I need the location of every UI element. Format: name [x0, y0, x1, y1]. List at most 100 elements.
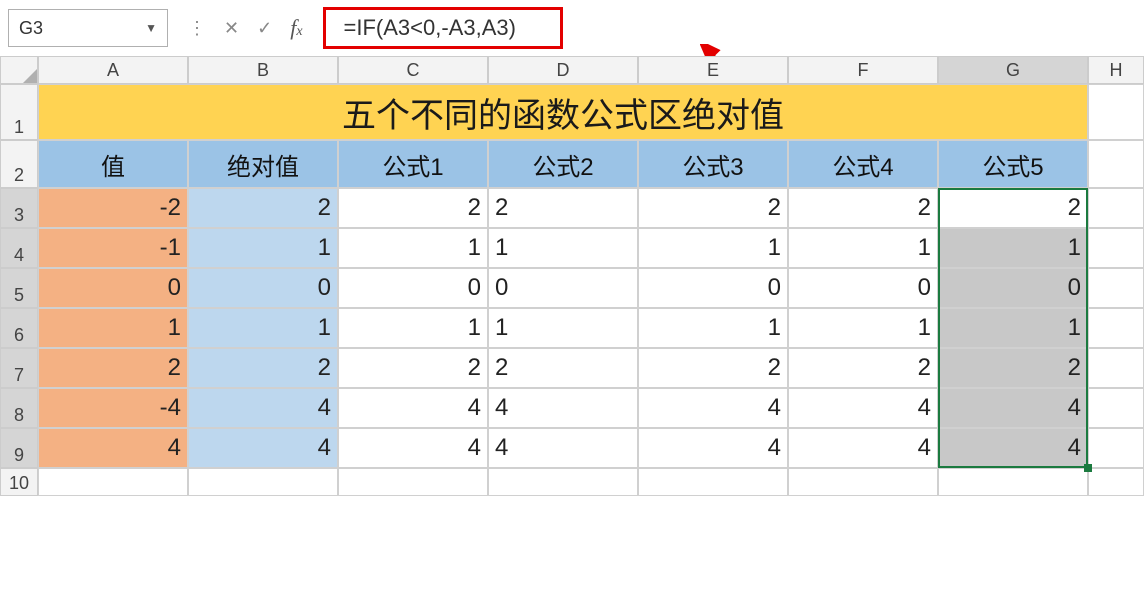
- col-header-A[interactable]: A: [38, 56, 188, 84]
- cell-D10[interactable]: [488, 468, 638, 496]
- cell-F3[interactable]: 2: [788, 188, 938, 228]
- cell-C5[interactable]: 0: [338, 268, 488, 308]
- cell-A6[interactable]: 1: [38, 308, 188, 348]
- header-f2[interactable]: 公式2: [488, 140, 638, 188]
- col-header-C[interactable]: C: [338, 56, 488, 84]
- header-f1[interactable]: 公式1: [338, 140, 488, 188]
- col-header-F[interactable]: F: [788, 56, 938, 84]
- cell-C8[interactable]: 4: [338, 388, 488, 428]
- cell-B3[interactable]: 2: [188, 188, 338, 228]
- cell-D6[interactable]: 1: [488, 308, 638, 348]
- col-header-G[interactable]: G: [938, 56, 1088, 84]
- cell-B7[interactable]: 2: [188, 348, 338, 388]
- fill-handle[interactable]: [1084, 464, 1092, 472]
- cell-C9[interactable]: 4: [338, 428, 488, 468]
- cell-E3[interactable]: 2: [638, 188, 788, 228]
- row-header-10[interactable]: 10: [0, 468, 38, 496]
- cell-E10[interactable]: [638, 468, 788, 496]
- row-header-7[interactable]: 7: [0, 348, 38, 388]
- cell-H1[interactable]: [1088, 84, 1144, 140]
- cell-C4[interactable]: 1: [338, 228, 488, 268]
- cell-G7[interactable]: 2: [938, 348, 1088, 388]
- spreadsheet-grid[interactable]: A B C D E F G H 1 五个不同的函数公式区绝对值 2 值 绝对值 …: [0, 56, 1144, 496]
- fx-icon[interactable]: fx: [290, 15, 302, 41]
- cancel-icon[interactable]: ✕: [224, 18, 239, 39]
- cell-A9[interactable]: 4: [38, 428, 188, 468]
- header-abs[interactable]: 绝对值: [188, 140, 338, 188]
- cell-C10[interactable]: [338, 468, 488, 496]
- cell-G9[interactable]: 4: [938, 428, 1088, 468]
- col-header-B[interactable]: B: [188, 56, 338, 84]
- cell-B5[interactable]: 0: [188, 268, 338, 308]
- cell-F5[interactable]: 0: [788, 268, 938, 308]
- cell-E9[interactable]: 4: [638, 428, 788, 468]
- cell-A3[interactable]: -2: [38, 188, 188, 228]
- cell-A7[interactable]: 2: [38, 348, 188, 388]
- cell-D4[interactable]: 1: [488, 228, 638, 268]
- cell-A5[interactable]: 0: [38, 268, 188, 308]
- cell-D8[interactable]: 4: [488, 388, 638, 428]
- formula-input[interactable]: =IF(A3<0,-A3,A3): [323, 7, 563, 49]
- cell-F8[interactable]: 4: [788, 388, 938, 428]
- cell-H9[interactable]: [1088, 428, 1144, 468]
- cell-H6[interactable]: [1088, 308, 1144, 348]
- header-f5[interactable]: 公式5: [938, 140, 1088, 188]
- chevron-down-icon[interactable]: ▼: [145, 21, 157, 35]
- row-header-4[interactable]: 4: [0, 228, 38, 268]
- row-header-6[interactable]: 6: [0, 308, 38, 348]
- row-header-9[interactable]: 9: [0, 428, 38, 468]
- cell-F6[interactable]: 1: [788, 308, 938, 348]
- cell-G6[interactable]: 1: [938, 308, 1088, 348]
- cell-F10[interactable]: [788, 468, 938, 496]
- name-box[interactable]: G3 ▼: [8, 9, 168, 47]
- cell-E5[interactable]: 0: [638, 268, 788, 308]
- cell-H4[interactable]: [1088, 228, 1144, 268]
- cell-E8[interactable]: 4: [638, 388, 788, 428]
- cell-G10[interactable]: [938, 468, 1088, 496]
- cell-B9[interactable]: 4: [188, 428, 338, 468]
- col-header-D[interactable]: D: [488, 56, 638, 84]
- cell-H5[interactable]: [1088, 268, 1144, 308]
- row-header-8[interactable]: 8: [0, 388, 38, 428]
- cell-A4[interactable]: -1: [38, 228, 188, 268]
- row-header-1[interactable]: 1: [0, 84, 38, 140]
- cell-E6[interactable]: 1: [638, 308, 788, 348]
- cell-E7[interactable]: 2: [638, 348, 788, 388]
- cell-D5[interactable]: 0: [488, 268, 638, 308]
- cell-G8[interactable]: 4: [938, 388, 1088, 428]
- cell-B10[interactable]: [188, 468, 338, 496]
- col-header-E[interactable]: E: [638, 56, 788, 84]
- cell-B4[interactable]: 1: [188, 228, 338, 268]
- title-cell[interactable]: 五个不同的函数公式区绝对值: [38, 84, 1088, 140]
- row-header-5[interactable]: 5: [0, 268, 38, 308]
- row-header-3[interactable]: 3: [0, 188, 38, 228]
- cell-D9[interactable]: 4: [488, 428, 638, 468]
- cell-A8[interactable]: -4: [38, 388, 188, 428]
- cell-G4[interactable]: 1: [938, 228, 1088, 268]
- row-header-2[interactable]: 2: [0, 140, 38, 188]
- header-f4[interactable]: 公式4: [788, 140, 938, 188]
- cell-D3[interactable]: 2: [488, 188, 638, 228]
- cell-B6[interactable]: 1: [188, 308, 338, 348]
- select-all-corner[interactable]: [0, 56, 38, 84]
- cell-C6[interactable]: 1: [338, 308, 488, 348]
- cell-H10[interactable]: [1088, 468, 1144, 496]
- cell-C7[interactable]: 2: [338, 348, 488, 388]
- cell-B8[interactable]: 4: [188, 388, 338, 428]
- ellipsis-icon[interactable]: ⋮: [188, 18, 206, 39]
- cell-A10[interactable]: [38, 468, 188, 496]
- header-value[interactable]: 值: [38, 140, 188, 188]
- cell-F9[interactable]: 4: [788, 428, 938, 468]
- cell-H2[interactable]: [1088, 140, 1144, 188]
- cell-G3[interactable]: 2: [938, 188, 1088, 228]
- cell-E4[interactable]: 1: [638, 228, 788, 268]
- cell-G5[interactable]: 0: [938, 268, 1088, 308]
- accept-icon[interactable]: ✓: [257, 18, 272, 39]
- cell-H3[interactable]: [1088, 188, 1144, 228]
- cell-F4[interactable]: 1: [788, 228, 938, 268]
- cell-H7[interactable]: [1088, 348, 1144, 388]
- cell-F7[interactable]: 2: [788, 348, 938, 388]
- cell-C3[interactable]: 2: [338, 188, 488, 228]
- col-header-H[interactable]: H: [1088, 56, 1144, 84]
- header-f3[interactable]: 公式3: [638, 140, 788, 188]
